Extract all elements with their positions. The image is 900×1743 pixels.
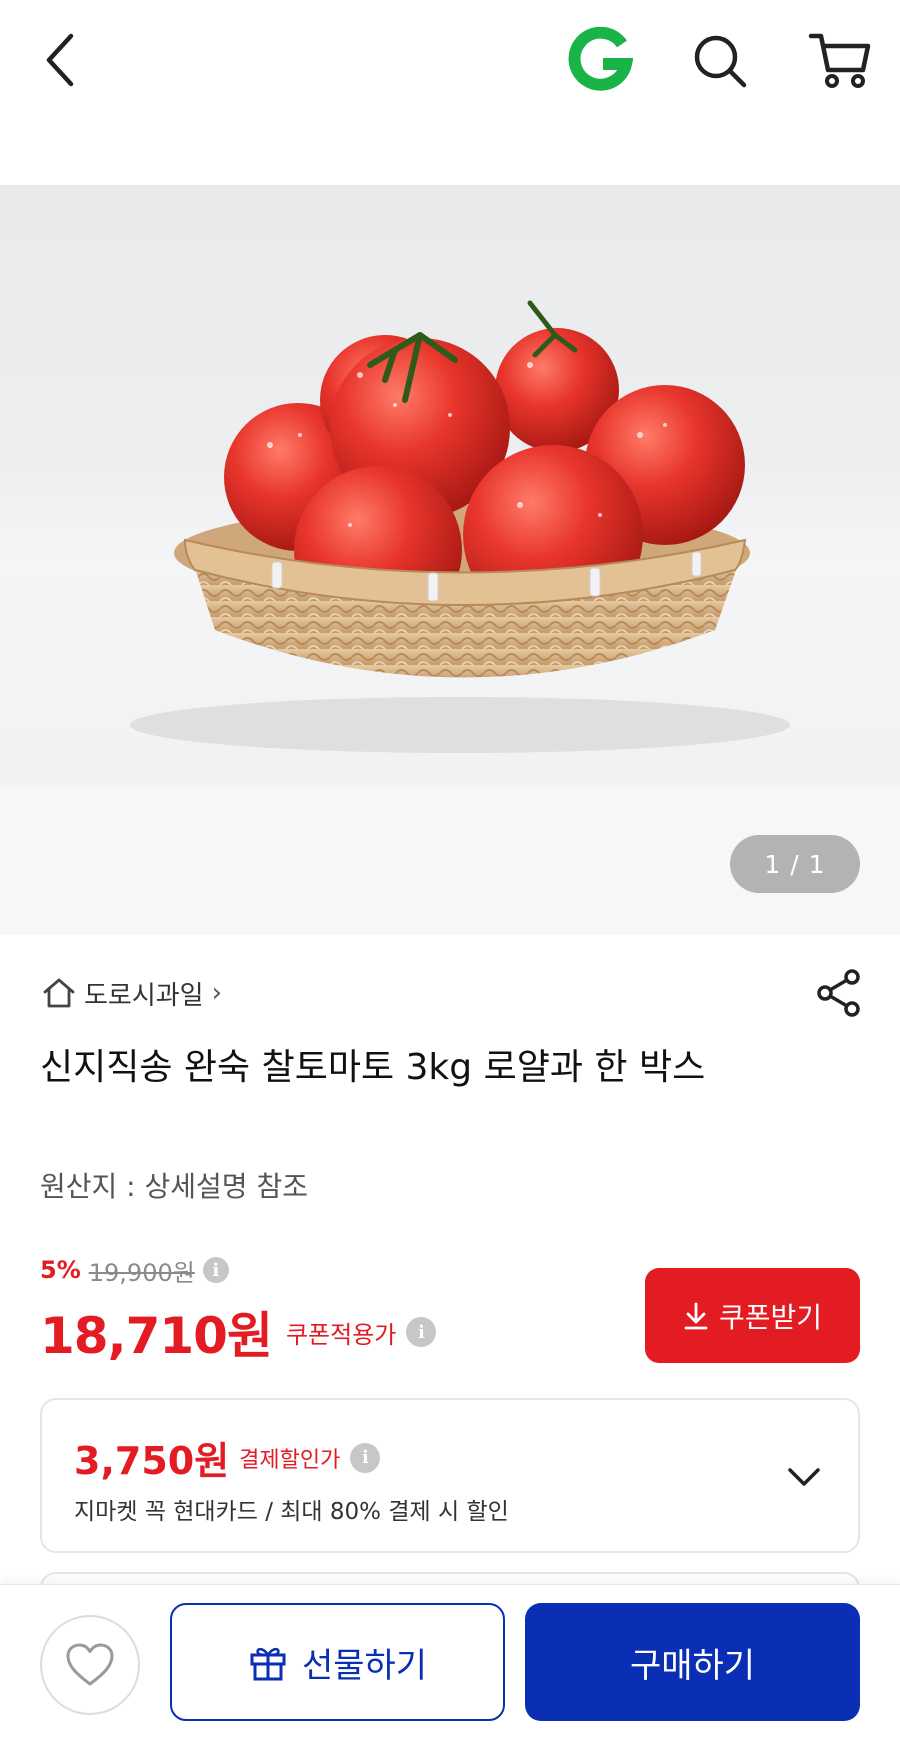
- image-counter: 1 / 1: [730, 835, 860, 893]
- search-button[interactable]: [685, 26, 755, 96]
- download-icon: [684, 1302, 708, 1329]
- price-row: 18,710원 쿠폰적용가 i: [40, 1296, 437, 1368]
- product-image[interactable]: [0, 185, 900, 785]
- get-coupon-button[interactable]: 쿠폰받기: [645, 1268, 860, 1363]
- share-button[interactable]: [814, 968, 864, 1020]
- g-logo-icon: [568, 27, 633, 91]
- product-title: 신지직송 완숙 찰토마토 3kg 로얄과 한 박스: [40, 1047, 706, 1088]
- gift-icon: [250, 1647, 286, 1681]
- share-icon: [817, 969, 860, 1017]
- card-discount-label: 결제할인가: [239, 1447, 341, 1473]
- chevron-left-icon: [46, 33, 74, 87]
- back-button[interactable]: [30, 22, 90, 98]
- info-icon[interactable]: i: [350, 1442, 381, 1473]
- cart-icon: [808, 33, 871, 88]
- original-price: 19,900원: [88, 1258, 195, 1287]
- discount-row: 5% 19,900원 i: [40, 1250, 229, 1290]
- gift-button-label: 선물하기: [301, 1645, 428, 1686]
- home-icon: [43, 978, 75, 1008]
- search-icon: [694, 35, 747, 88]
- get-coupon-label: 쿠폰받기: [718, 1300, 823, 1334]
- gmarket-logo[interactable]: [564, 24, 636, 96]
- origin-info: 원산지 : 상세설명 참조: [40, 1170, 308, 1203]
- discount-rate: 5%: [40, 1256, 81, 1284]
- bottom-action-bar: 선물하기 구매하기: [0, 1584, 900, 1743]
- cart-button[interactable]: [803, 24, 877, 96]
- card-discount-price: 3,750원: [74, 1439, 230, 1483]
- tomatoes-in-basket-image: [130, 300, 790, 753]
- card-discount-description: 지마켓 꼭 현대카드 / 최대 80% 결제 시 할인: [74, 1499, 509, 1525]
- expand-button[interactable]: [782, 1455, 826, 1499]
- seller-name: 도로시과일: [84, 980, 204, 1011]
- buy-button-label: 구매하기: [629, 1645, 756, 1686]
- sale-price: 18,710원: [40, 1307, 273, 1365]
- card-price-row: 3,750원 결제할인가 i: [74, 1430, 381, 1485]
- sale-price-label: 쿠폰적용가: [285, 1320, 397, 1349]
- card-discount-box[interactable]: 3,750원 결제할인가 i 지마켓 꼭 현대카드 / 최대 80% 결제 시 …: [40, 1398, 860, 1553]
- chevron-down-icon: [788, 1468, 820, 1486]
- info-icon[interactable]: i: [406, 1317, 437, 1347]
- heart-icon: [66, 1643, 114, 1686]
- seller-link[interactable]: 도로시과일 ›: [42, 972, 222, 1014]
- info-icon[interactable]: i: [202, 1257, 229, 1283]
- buy-button[interactable]: 구매하기: [525, 1603, 860, 1721]
- gift-button[interactable]: 선물하기: [170, 1603, 505, 1721]
- wishlist-button[interactable]: [40, 1615, 140, 1715]
- top-app-bar: [0, 0, 900, 120]
- chevron-right-icon: ›: [211, 978, 223, 1008]
